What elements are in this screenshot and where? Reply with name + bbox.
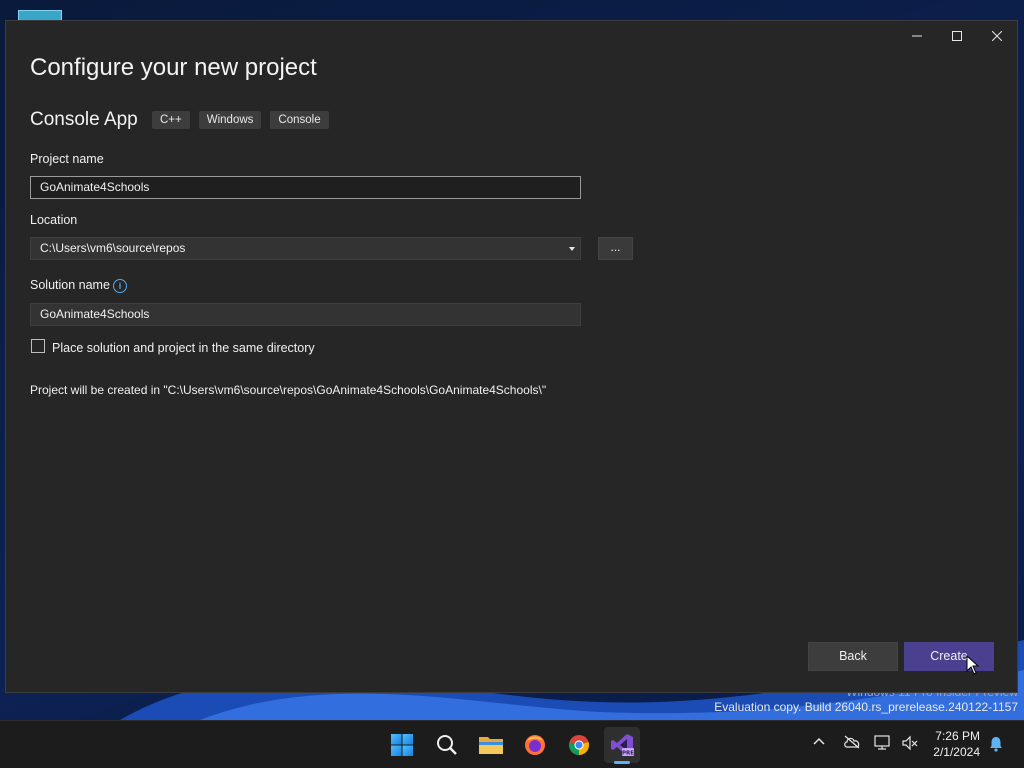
minimize-icon[interactable] bbox=[897, 21, 937, 51]
location-value: C:\Users\vm6\source\repos bbox=[40, 241, 186, 255]
page-title: Configure your new project bbox=[30, 54, 317, 81]
same-directory-label[interactable]: Place solution and project in the same d… bbox=[52, 341, 315, 355]
firefox-icon[interactable] bbox=[517, 727, 553, 763]
project-name-label: Project name bbox=[30, 152, 104, 166]
chevron-up-icon[interactable] bbox=[812, 735, 826, 754]
location-combobox[interactable]: C:\Users\vm6\source\repos bbox=[30, 237, 581, 260]
tag-language: C++ bbox=[152, 111, 190, 129]
close-icon[interactable] bbox=[977, 21, 1017, 51]
start-icon[interactable] bbox=[384, 727, 420, 763]
volume-muted-icon[interactable] bbox=[901, 735, 919, 756]
notification-bell-icon[interactable] bbox=[988, 736, 1004, 757]
file-explorer-icon[interactable] bbox=[473, 727, 509, 763]
back-button[interactable]: Back bbox=[808, 642, 898, 671]
tag-project-type: Console bbox=[270, 111, 329, 129]
project-name-value: GoAnimate4Schools bbox=[40, 180, 150, 194]
solution-name-value: GoAnimate4Schools bbox=[40, 307, 150, 321]
maximize-icon[interactable] bbox=[937, 21, 977, 51]
chevron-down-icon[interactable] bbox=[569, 247, 575, 251]
clock-date: 2/1/2024 bbox=[933, 745, 980, 759]
search-icon[interactable] bbox=[429, 727, 465, 763]
project-path-info: Project will be created in "C:\Users\vm6… bbox=[30, 383, 547, 397]
solution-name-label: Solution name bbox=[30, 278, 110, 292]
same-directory-checkbox[interactable] bbox=[31, 339, 45, 353]
onedrive-offline-icon[interactable] bbox=[843, 735, 861, 754]
clock-time: 7:26 PM bbox=[935, 729, 980, 743]
watermark-build: Evaluation copy. Build 26040.rs_prerelea… bbox=[714, 700, 1018, 714]
location-label: Location bbox=[30, 213, 78, 227]
template-name: Console App bbox=[30, 109, 138, 130]
taskbar: PRE 7:26 PM 2/1/2024 bbox=[0, 720, 1024, 768]
svg-text:PRE: PRE bbox=[622, 751, 634, 757]
mouse-cursor-icon bbox=[966, 655, 980, 675]
browse-location-button[interactable]: ... bbox=[598, 237, 633, 260]
network-icon[interactable] bbox=[874, 735, 892, 756]
project-name-input[interactable]: GoAnimate4Schools bbox=[30, 176, 581, 199]
template-tags: C++ Windows Console bbox=[152, 111, 329, 129]
active-app-indicator bbox=[614, 761, 630, 764]
system-clock[interactable]: 7:26 PM 2/1/2024 bbox=[933, 728, 980, 760]
window-controls bbox=[897, 21, 1017, 51]
tag-platform: Windows bbox=[198, 111, 262, 129]
create-button[interactable]: Create bbox=[904, 642, 994, 671]
solution-name-input[interactable]: GoAnimate4Schools bbox=[30, 303, 581, 326]
visual-studio-preview-icon[interactable]: PRE bbox=[604, 727, 640, 763]
info-icon[interactable]: i bbox=[113, 279, 127, 293]
chrome-icon[interactable] bbox=[561, 727, 597, 763]
configure-project-dialog: Configure your new project Console App C… bbox=[5, 20, 1018, 693]
